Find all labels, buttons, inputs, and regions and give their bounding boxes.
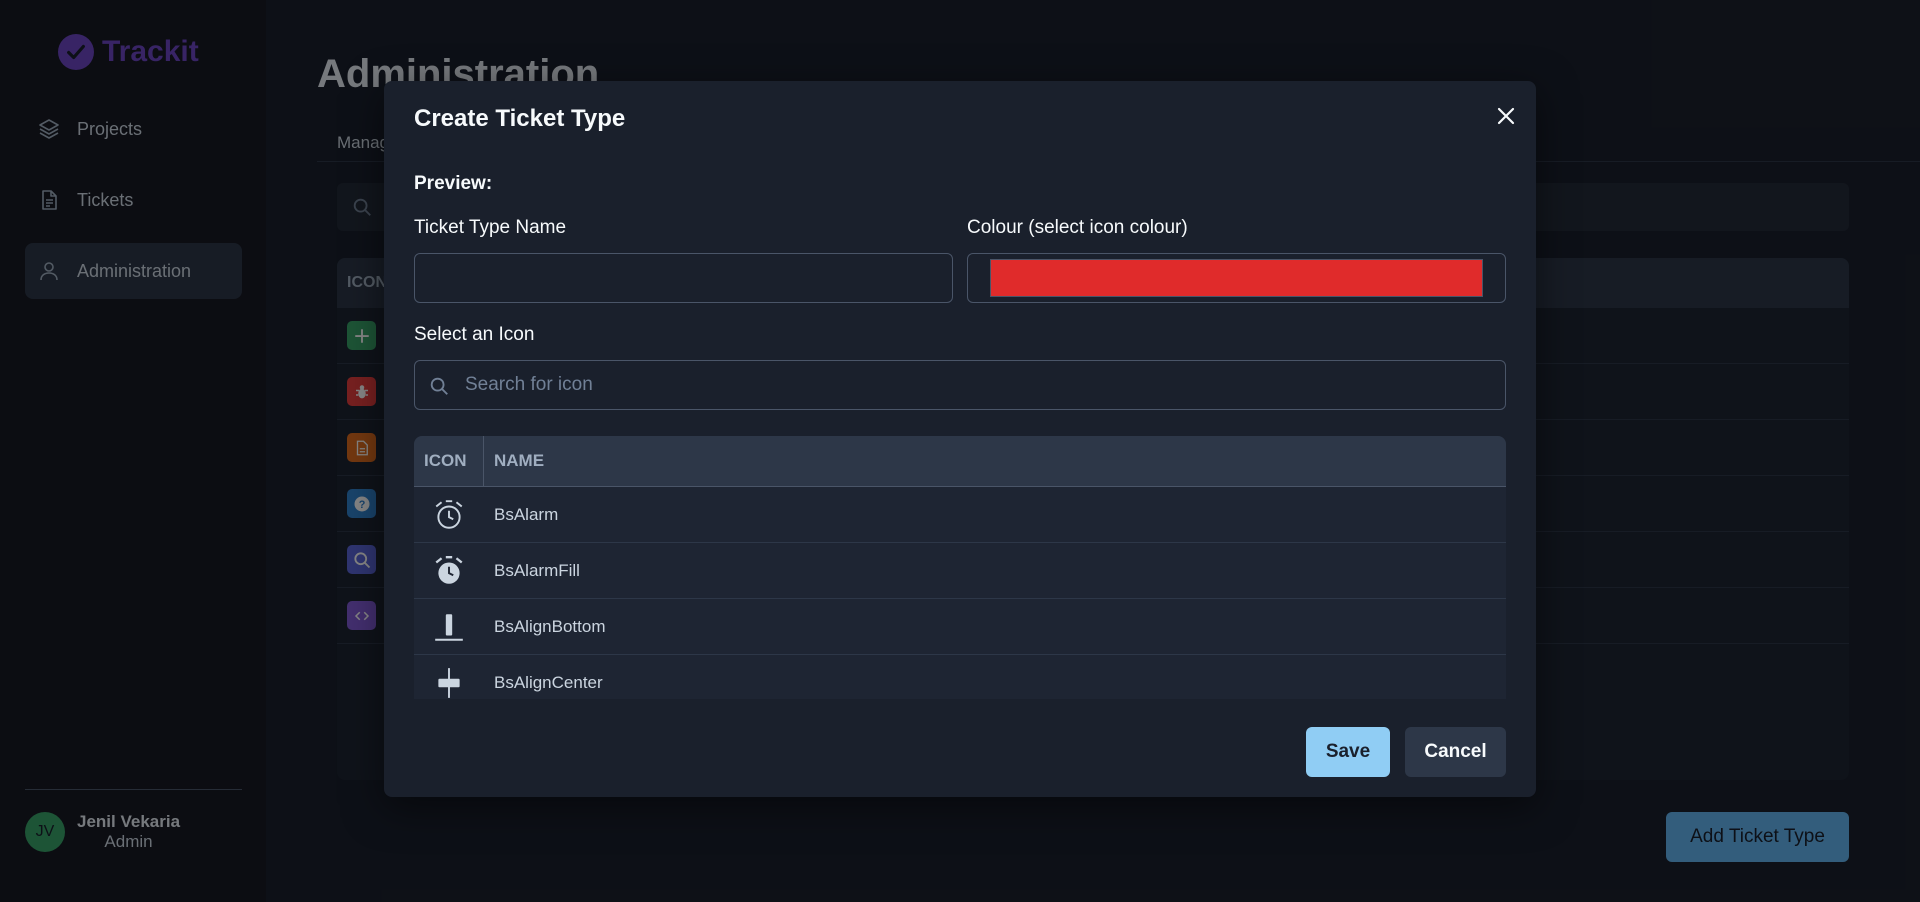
- icon-name: BsAlignCenter: [494, 672, 603, 692]
- icon-table: ICON NAME BsAlarm BsAlarmFill BsAlignBot…: [414, 436, 1506, 699]
- column-header-name: NAME: [494, 451, 545, 470]
- table-row[interactable]: BsAlarmFill: [414, 543, 1506, 599]
- preview-label: Preview:: [414, 173, 493, 194]
- table-row[interactable]: BsAlignBottom: [414, 599, 1506, 655]
- close-icon: [1497, 107, 1515, 125]
- column-header-icon: ICON: [414, 436, 484, 486]
- save-button[interactable]: Save: [1306, 727, 1390, 777]
- cancel-button[interactable]: Cancel: [1405, 727, 1506, 777]
- colour-picker[interactable]: [967, 253, 1506, 303]
- create-ticket-type-modal: Create Ticket Type Preview: Ticket Type …: [384, 81, 1536, 797]
- icon-table-header: ICON NAME: [414, 436, 1506, 487]
- icon-name: BsAlarm: [494, 504, 559, 524]
- alarm-icon: [435, 499, 463, 529]
- icon-name: BsAlarmFill: [494, 560, 580, 580]
- alarm-fill-icon: [435, 555, 463, 584]
- search-icon: [430, 377, 448, 395]
- select-icon-label: Select an Icon: [414, 324, 535, 345]
- align-bottom-icon: [435, 613, 463, 641]
- icon-search-input[interactable]: [415, 361, 1505, 409]
- icon-name: BsAlignBottom: [494, 616, 606, 636]
- modal-title: Create Ticket Type: [414, 105, 626, 132]
- close-button[interactable]: [1488, 98, 1524, 134]
- icon-search-field[interactable]: [414, 360, 1506, 410]
- colour-swatch[interactable]: [990, 259, 1483, 297]
- ticket-type-name-label: Ticket Type Name: [414, 217, 567, 238]
- table-row[interactable]: BsAlarm: [414, 487, 1506, 543]
- align-center-icon: [438, 667, 460, 698]
- colour-label: Colour (select icon colour): [967, 217, 1188, 238]
- ticket-type-name-input[interactable]: [414, 253, 953, 303]
- table-row[interactable]: BsAlignCenter: [414, 655, 1506, 699]
